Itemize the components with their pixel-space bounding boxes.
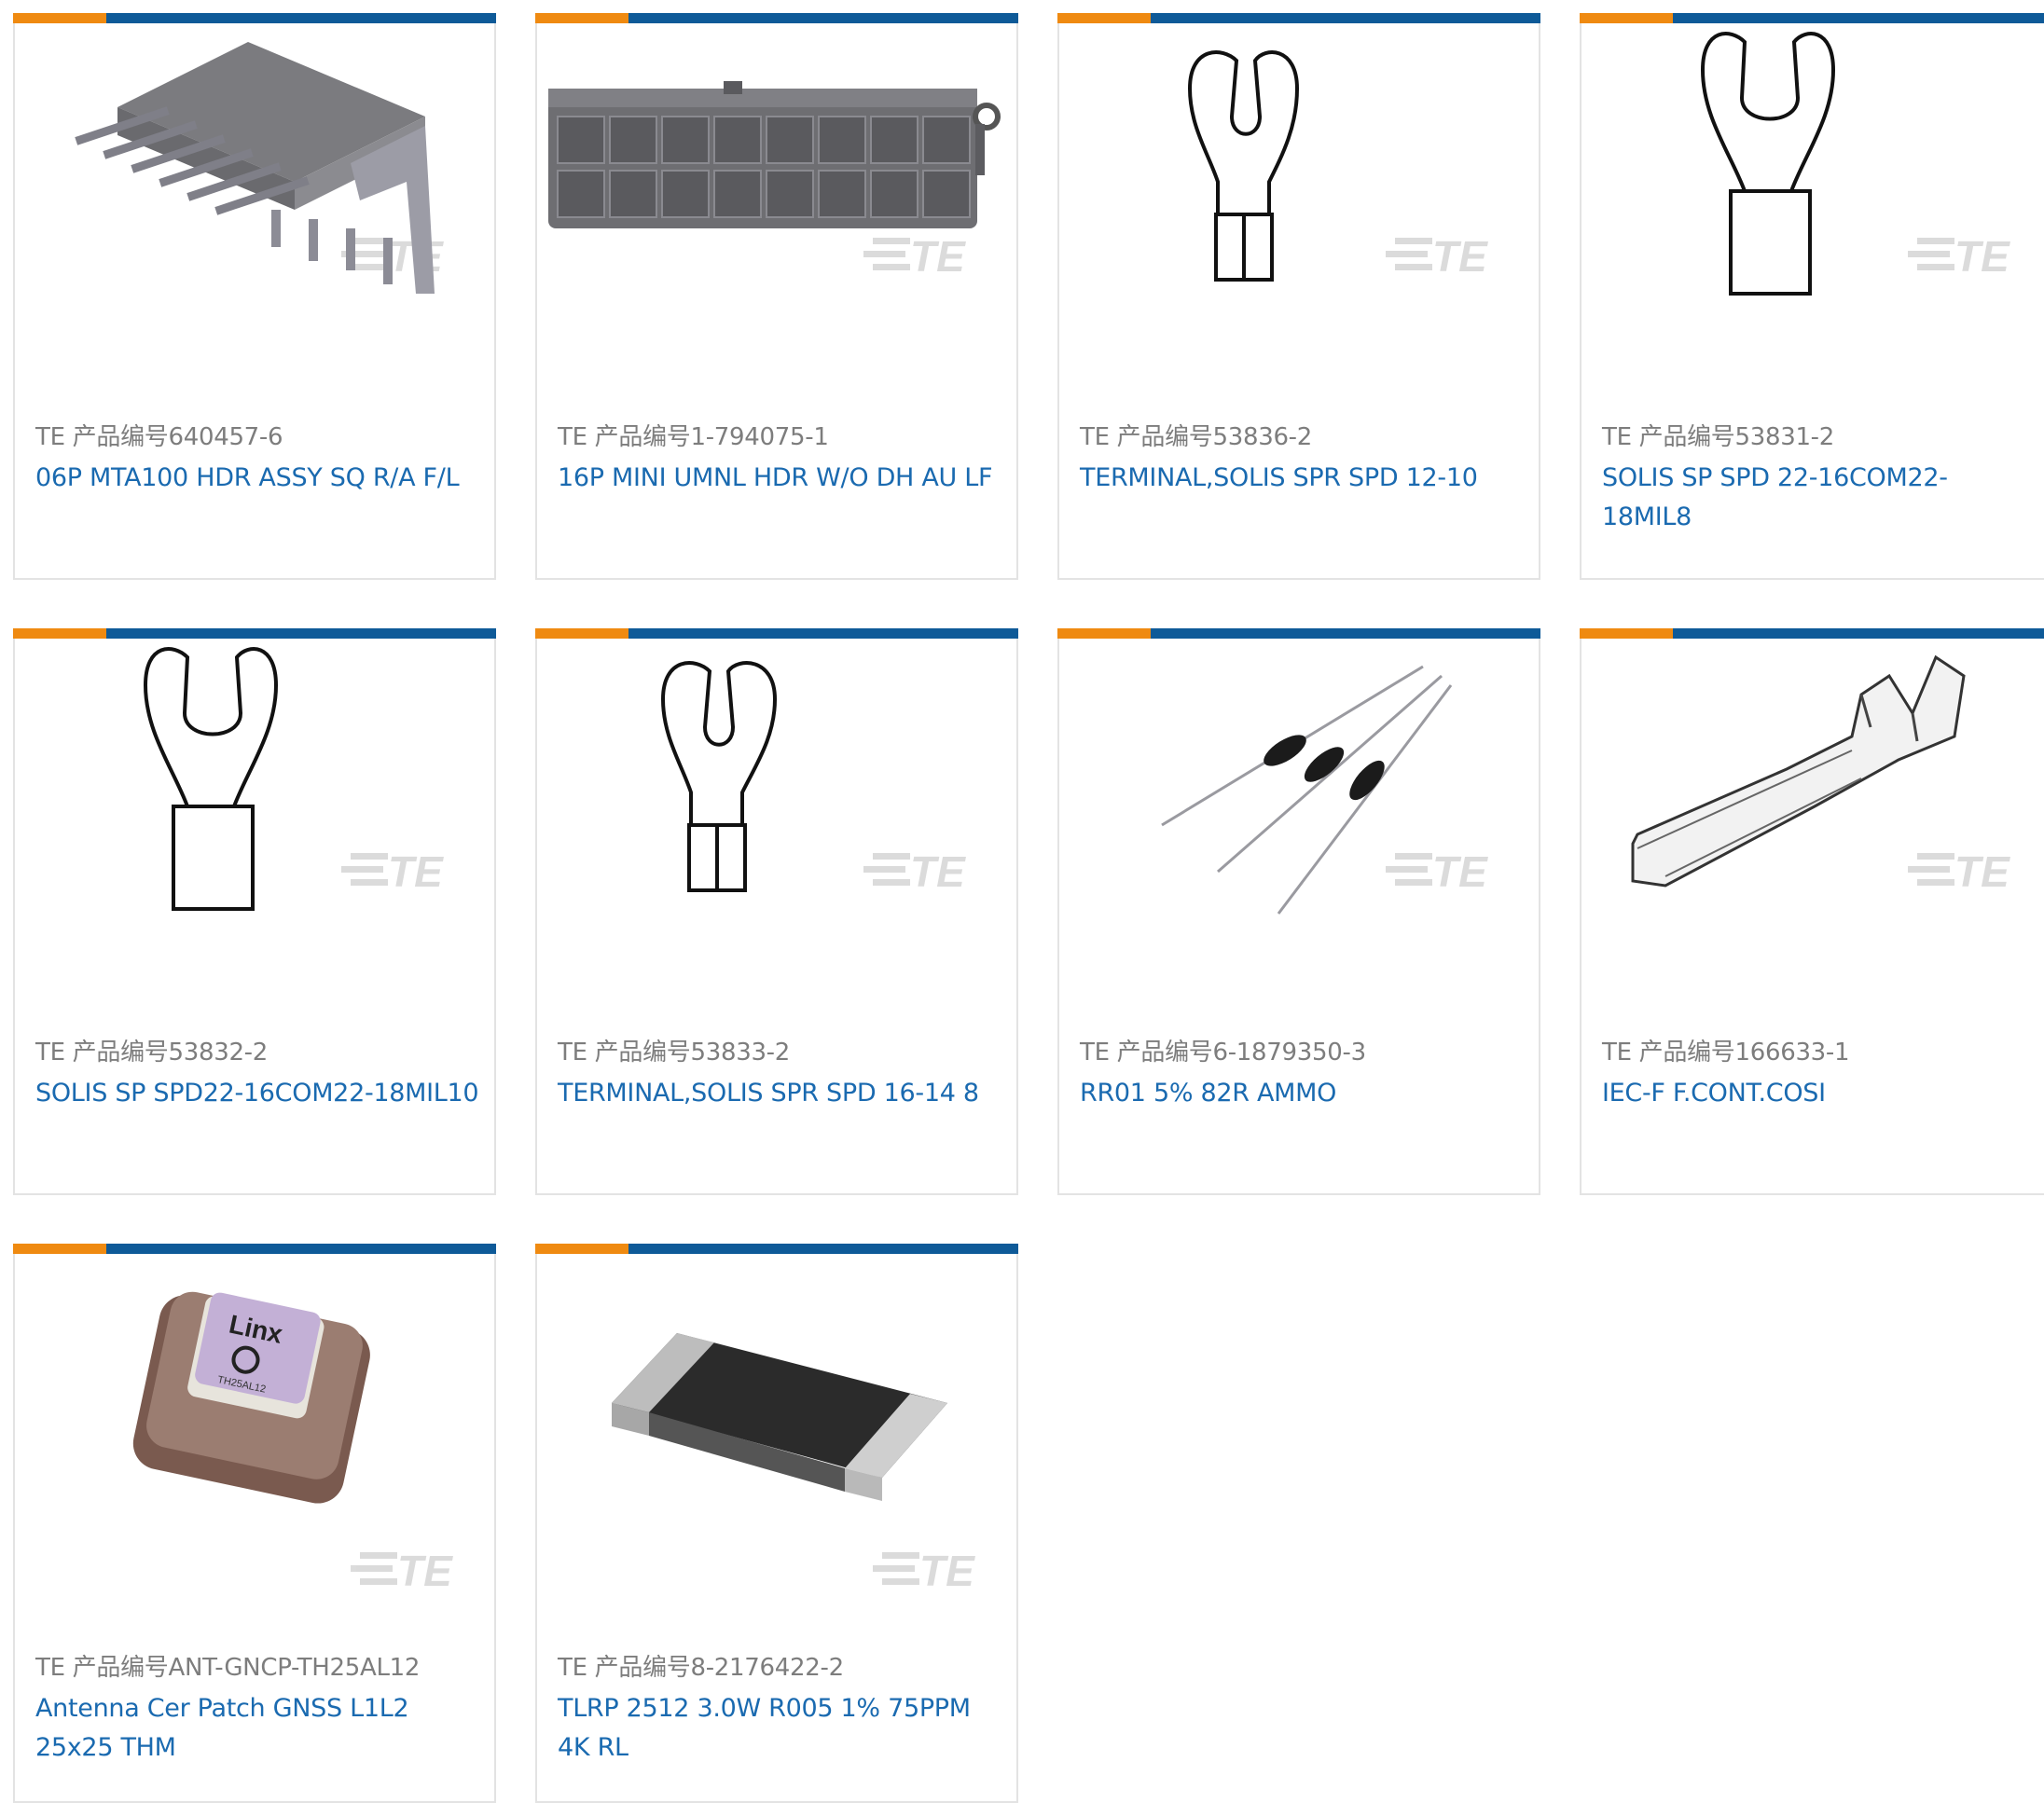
product-card[interactable]: TE TE 产品编号53831-2 SOLIS SP SPD 22-16COM2… <box>1580 13 2044 580</box>
spade-terminal-image: TE <box>660 661 966 896</box>
product-card[interactable]: TE 产品编号640457-6 06P MTA100 HDR ASSY SQ R… <box>13 13 496 580</box>
product-description-link[interactable]: 06P MTA100 HDR ASSY SQ R/A F/L <box>35 459 487 498</box>
part-number-label: TE 产品编号640457-6 <box>35 423 283 451</box>
card-accent-bar <box>1057 628 1540 639</box>
axial-resistors-image: TE <box>1161 665 1488 915</box>
svg-text:TE: TE <box>397 1547 453 1590</box>
te-watermark: TE <box>1386 847 1488 896</box>
product-grid: TE 产品编号640457-6 06P MTA100 HDR ASSY SQ R… <box>0 0 2044 1803</box>
card-accent-bar <box>1580 628 2044 639</box>
product-image[interactable]: TE <box>537 23 1016 359</box>
product-description-link[interactable]: IEC-F F.CONT.COSI <box>1602 1074 2037 1113</box>
card-accent-bar <box>13 13 496 23</box>
product-card[interactable]: TE TE 产品编号53836-2 TERMINAL,SOLIS SPR SPD… <box>1057 13 1540 580</box>
spade-terminal-image: TE <box>143 647 444 911</box>
svg-text:TE: TE <box>910 232 966 281</box>
part-number-label: TE 产品编号53836-2 <box>1080 423 1313 451</box>
spade-terminal-image: TE <box>1700 32 2010 296</box>
card-accent-bar <box>1057 13 1540 23</box>
part-number-label: TE 产品编号8-2176422-2 <box>558 1654 844 1682</box>
part-number-label: TE 产品编号166633-1 <box>1602 1039 1850 1067</box>
svg-text:TE: TE <box>910 847 966 896</box>
product-card[interactable]: TE TE 产品编号6-1879350-3 RR01 5% 82R AMMO <box>1057 628 1540 1195</box>
product-image[interactable]: TE <box>15 23 494 359</box>
right-angle-header-image: TE <box>75 42 444 294</box>
product-description-link[interactable]: TERMINAL,SOLIS SPR SPD 16-14 8 <box>558 1074 1009 1113</box>
part-number-label: TE 产品编号53833-2 <box>558 1039 791 1067</box>
te-watermark: TE <box>1908 232 2010 281</box>
product-description-link[interactable]: RR01 5% 82R AMMO <box>1080 1074 1531 1113</box>
product-description-link[interactable]: SOLIS SP SPD 22-16COM22-18MIL8 <box>1602 459 2037 537</box>
product-image[interactable]: TE <box>537 1254 1016 1590</box>
mini-universal-header-image: TE <box>548 81 1001 281</box>
product-description-link[interactable]: TLRP 2512 3.0W R005 1% 75PPM 4K RL <box>558 1689 1009 1768</box>
product-description-link[interactable]: Antenna Cer Patch GNSS L1L2 25x25 THM <box>35 1689 487 1768</box>
product-description-link[interactable]: TERMINAL,SOLIS SPR SPD 12-10 <box>1080 459 1531 498</box>
chip-resistor-image: TE <box>612 1333 975 1590</box>
card-accent-bar <box>535 13 1018 23</box>
product-card[interactable]: TE TE 产品编号166633-1 IEC-F F.CONT.COSI <box>1580 628 2044 1195</box>
te-watermark: TE <box>873 1547 975 1590</box>
product-card[interactable]: TE TE 产品编号1-794075-1 16P MINI UMNL HDR W… <box>535 13 1018 580</box>
product-description-link[interactable]: 16P MINI UMNL HDR W/O DH AU LF <box>558 459 1009 498</box>
product-image[interactable]: TE Linx TH25AL12 <box>15 1254 494 1590</box>
product-image[interactable]: TE <box>1581 639 2044 974</box>
svg-text:TE: TE <box>1432 232 1488 281</box>
card-accent-bar <box>13 628 496 639</box>
product-card[interactable]: TE TE 产品编号53832-2 SOLIS SP SPD22-16COM22… <box>13 628 496 1195</box>
patch-antenna-image: TE Linx TH25AL12 <box>132 1291 453 1590</box>
product-image[interactable]: TE <box>1059 23 1539 359</box>
part-number-label: TE 产品编号ANT-GNCP-TH25AL12 <box>35 1654 421 1682</box>
product-card[interactable]: TE TE 产品编号8-2176422-2 TLRP 2512 3.0W R00… <box>535 1244 1018 1803</box>
te-watermark: TE <box>341 847 444 896</box>
crimp-contact-image: TE <box>1631 654 2010 896</box>
te-watermark: TE <box>1908 847 2010 896</box>
te-watermark: TE <box>863 232 966 281</box>
te-watermark: TE <box>351 1547 453 1590</box>
svg-text:TE: TE <box>919 1547 975 1590</box>
spade-terminal-image: TE <box>1187 50 1488 282</box>
card-accent-bar <box>535 628 1018 639</box>
product-card[interactable]: TE TE 产品编号53833-2 TERMINAL,SOLIS SPR SPD… <box>535 628 1018 1195</box>
card-accent-bar <box>13 1244 496 1254</box>
product-image[interactable]: TE <box>15 639 494 974</box>
svg-text:TE: TE <box>388 847 444 896</box>
svg-text:TE: TE <box>1954 847 2010 896</box>
product-image[interactable]: TE <box>1059 639 1539 974</box>
part-number-label: TE 产品编号53831-2 <box>1602 423 1835 451</box>
svg-text:TE: TE <box>1954 232 2010 281</box>
card-accent-bar <box>1580 13 2044 23</box>
product-image[interactable]: TE <box>1581 23 2044 359</box>
product-description-link[interactable]: SOLIS SP SPD22-16COM22-18MIL10 <box>35 1074 487 1113</box>
card-accent-bar <box>535 1244 1018 1254</box>
te-watermark: TE <box>863 847 966 896</box>
product-card[interactable]: TE Linx TH25AL12 TE 产品编号ANT-GNCP-TH25AL1… <box>13 1244 496 1803</box>
part-number-label: TE 产品编号1-794075-1 <box>558 423 829 451</box>
part-number-label: TE 产品编号53832-2 <box>35 1039 269 1067</box>
part-number-label: TE 产品编号6-1879350-3 <box>1080 1039 1366 1067</box>
product-image[interactable]: TE <box>537 639 1016 974</box>
svg-text:TE: TE <box>1432 847 1488 896</box>
te-watermark: TE <box>1386 232 1488 281</box>
